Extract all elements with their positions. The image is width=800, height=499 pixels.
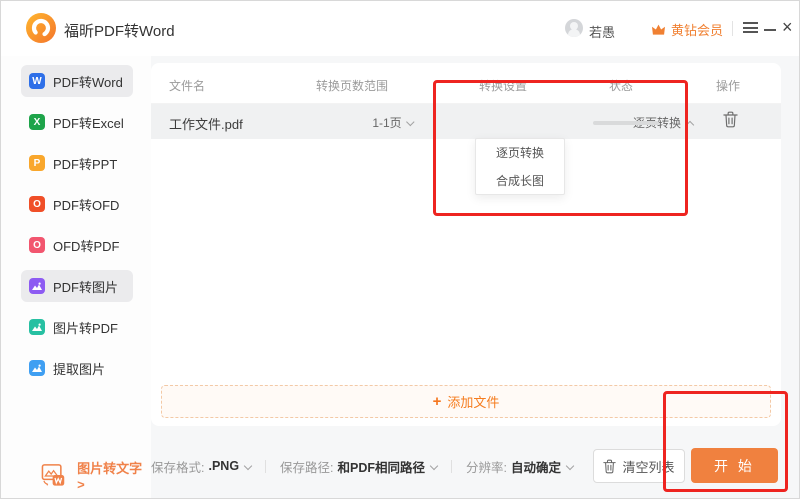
sidebar-item-pdf-to-excel[interactable]: X PDF转Excel <box>21 106 133 138</box>
status-progress-bar <box>593 121 659 125</box>
sidebar: W PDF转Word X PDF转Excel P PDF转PPT O PDF转O… <box>1 56 151 499</box>
ofd-pdf-icon: O <box>29 237 45 253</box>
minimize-icon[interactable] <box>764 29 776 31</box>
chevron-down-icon <box>244 462 252 470</box>
username: 若愚 <box>589 22 615 41</box>
close-icon[interactable]: × <box>782 17 793 37</box>
start-button[interactable]: 开 始 <box>691 448 778 483</box>
column-header-page-range: 转换页数范围 <box>316 77 388 94</box>
dropdown-item-per-page[interactable]: 逐页转换 <box>476 139 564 167</box>
save-path-select[interactable]: 保存路径: 和PDF相同路径 <box>280 457 437 476</box>
table-row: 工作文件.pdf 1-1页 逐页转换 <box>151 104 781 139</box>
sidebar-item-extract-image[interactable]: 提取图片 <box>21 352 133 384</box>
resolution-select[interactable]: 分辨率: 自动确定 <box>466 457 573 476</box>
sidebar-item-pdf-to-ofd[interactable]: O PDF转OFD <box>21 188 133 220</box>
clear-list-button[interactable]: 清空列表 <box>593 449 685 483</box>
add-file-button[interactable]: + 添加文件 <box>161 385 771 418</box>
column-header-setting: 转换设置 <box>479 77 527 94</box>
crown-icon <box>651 23 666 36</box>
ofd-icon: O <box>29 196 45 212</box>
image-to-text-icon <box>41 463 67 488</box>
sidebar-item-image-to-text[interactable]: 图片转文字 > <box>41 458 151 492</box>
extract-image-icon <box>29 360 45 376</box>
image-icon <box>29 278 45 294</box>
chevron-up-icon <box>686 121 694 129</box>
save-format-select[interactable]: 保存格式: .PNG <box>151 457 251 476</box>
footer-options: 保存格式: .PNG 保存路径: 和PDF相同路径 分辨率: 自动确定 <box>151 449 573 483</box>
column-header-action: 操作 <box>716 77 740 94</box>
column-header-filename: 文件名 <box>169 77 205 94</box>
footer-divider <box>451 460 452 473</box>
user-avatar[interactable] <box>565 19 583 37</box>
delete-file-button[interactable] <box>723 111 743 131</box>
file-name: 工作文件.pdf <box>169 114 243 133</box>
sidebar-item-image-to-pdf[interactable]: 图片转PDF <box>21 311 133 343</box>
chevron-down-icon <box>406 118 414 126</box>
trash-icon <box>723 111 738 128</box>
footer-divider <box>265 460 266 473</box>
excel-icon: X <box>29 114 45 130</box>
image-pdf-icon <box>29 319 45 335</box>
sidebar-item-pdf-to-word[interactable]: W PDF转Word <box>21 65 133 97</box>
column-header-status: 状态 <box>609 77 633 94</box>
dropdown-item-long-image[interactable]: 合成长图 <box>476 167 564 195</box>
app-logo-icon <box>26 13 56 43</box>
chevron-down-icon <box>566 462 574 470</box>
app-window: 福昕PDF转Word 若愚 黄钻会员 × W PDF转Word X PDF转Ex… <box>0 0 800 499</box>
clear-list-label: 清空列表 <box>622 457 674 476</box>
sidebar-item-pdf-to-ppt[interactable]: P PDF转PPT <box>21 147 133 179</box>
file-list-panel: 文件名 转换页数范围 转换设置 状态 操作 工作文件.pdf 1-1页 逐页转换… <box>151 63 781 426</box>
titlebar-divider <box>732 21 733 36</box>
app-title: 福昕PDF转Word <box>64 20 175 41</box>
sidebar-item-pdf-to-image[interactable]: PDF转图片 <box>21 270 133 302</box>
titlebar: 福昕PDF转Word 若愚 黄钻会员 × <box>1 1 799 56</box>
plus-icon: + <box>433 393 442 410</box>
add-file-label: 添加文件 <box>447 392 499 411</box>
trash-icon <box>603 459 616 474</box>
setting-dropdown-menu: 逐页转换 合成长图 <box>475 138 565 195</box>
membership-button[interactable]: 黄钻会员 <box>651 20 723 39</box>
chevron-down-icon <box>430 462 438 470</box>
image-to-text-label: 图片转文字 > <box>77 458 151 492</box>
page-range-select[interactable]: 1-1页 <box>372 114 413 131</box>
ppt-icon: P <box>29 155 45 171</box>
sidebar-item-ofd-to-pdf[interactable]: O OFD转PDF <box>21 229 133 261</box>
word-icon: W <box>29 73 45 89</box>
membership-label: 黄钻会员 <box>671 20 723 39</box>
menu-icon[interactable] <box>743 22 758 33</box>
